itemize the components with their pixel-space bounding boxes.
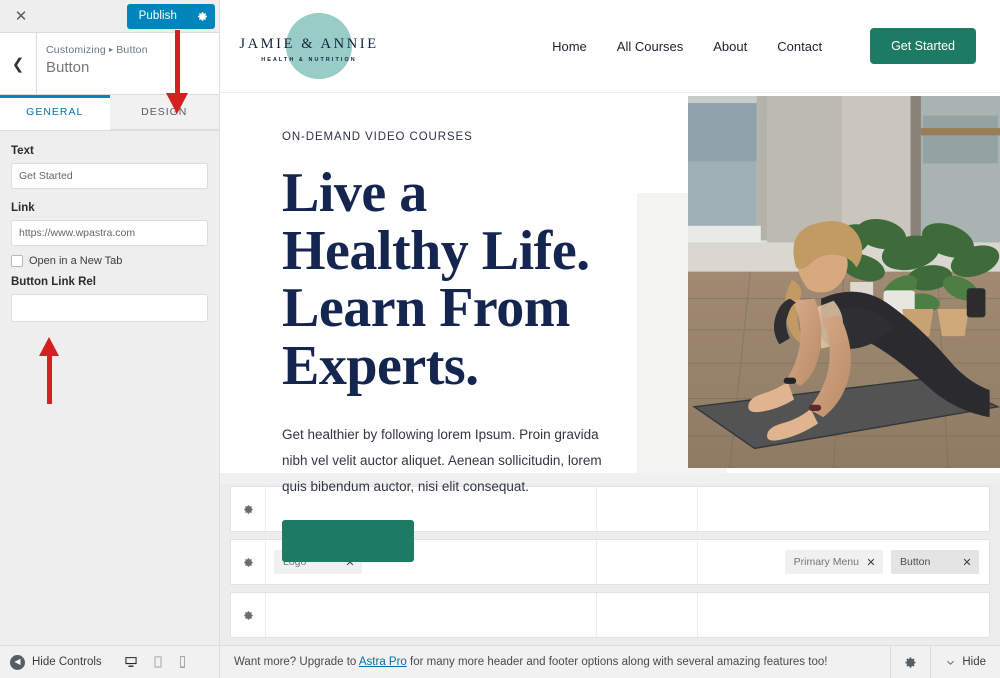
site-logo[interactable]: JAMIE & ANNIE HEALTH & NUTRITION xyxy=(234,10,384,82)
link-field-label: Link xyxy=(11,202,35,214)
link-input[interactable] xyxy=(11,220,208,246)
bottom-bar-left: ◀ Hide Controls xyxy=(0,646,220,678)
hero-heading-line-1: Live a xyxy=(282,162,427,224)
logo-name: JAMIE & ANNIE xyxy=(239,36,379,52)
header-get-started-button[interactable]: Get Started xyxy=(870,28,976,64)
open-new-tab-checkbox[interactable] xyxy=(11,255,23,267)
close-icon[interactable]: ✕ xyxy=(859,556,883,569)
nav-item-all-courses[interactable]: All Courses xyxy=(617,39,683,54)
gear-icon[interactable] xyxy=(231,540,265,584)
hero-heading-line-2: Healthy Life. xyxy=(282,219,590,282)
hero-cta-button[interactable] xyxy=(282,519,414,562)
builder-row-below-header xyxy=(230,592,990,638)
customizer-fields: Text Link Open in a New Tab Button Link … xyxy=(0,131,219,678)
hero-media xyxy=(637,93,1000,473)
tab-general[interactable]: GENERAL xyxy=(0,95,110,130)
astra-pro-link[interactable]: Astra Pro xyxy=(359,656,407,668)
breadcrumb-separator: ▸ xyxy=(108,45,114,54)
text-field-label: Text xyxy=(11,145,34,157)
page-title: Button xyxy=(46,59,90,76)
text-input[interactable] xyxy=(11,163,208,189)
nav-item-about[interactable]: About xyxy=(713,39,747,54)
hero-heading: Live a Healthy Life. Learn From Experts. xyxy=(282,162,660,398)
device-switcher xyxy=(124,655,187,669)
upgrade-note-suffix: for many more header and footer options … xyxy=(406,656,828,668)
hide-builder-button[interactable]: Hide xyxy=(930,645,1000,678)
arrow-shaft xyxy=(47,352,52,404)
breadcrumb-current: Button xyxy=(116,44,148,56)
open-new-tab-label: Open in a New Tab xyxy=(29,255,123,267)
hero-content: ON-DEMAND VIDEO COURSES Live a Healthy L… xyxy=(220,93,660,562)
builder-cell-right[interactable]: Primary Menu ✕ Button ✕ xyxy=(697,540,989,584)
builder-item-label: Button xyxy=(900,556,931,568)
builder-cell-center[interactable] xyxy=(596,540,697,584)
bottom-bar-right: Want more? Upgrade to Astra Pro for many… xyxy=(220,645,1000,678)
hide-builder-label: Hide xyxy=(962,656,986,668)
logo-text: JAMIE & ANNIE HEALTH & NUTRITION xyxy=(234,36,384,63)
hero-photo xyxy=(688,96,1000,468)
upgrade-note: Want more? Upgrade to Astra Pro for many… xyxy=(234,656,827,668)
breadcrumb: Customizing ▸ Button xyxy=(46,44,148,56)
arrow-head xyxy=(166,93,188,114)
nav-item-home[interactable]: Home xyxy=(552,39,587,54)
mobile-view-icon[interactable] xyxy=(178,655,187,669)
nav-item-contact[interactable]: Contact xyxy=(777,39,822,54)
yoga-photo-illustration xyxy=(688,96,1000,468)
button-link-rel-input[interactable] xyxy=(11,294,208,322)
close-icon[interactable]: ✕ xyxy=(10,5,32,27)
button-link-rel-label: Button Link Rel xyxy=(11,276,96,288)
hero-section: ON-DEMAND VIDEO COURSES Live a Healthy L… xyxy=(220,93,1000,562)
customizer-titles: Customizing ▸ Button Button xyxy=(37,33,148,94)
gear-icon[interactable] xyxy=(890,645,930,678)
gear-icon[interactable] xyxy=(231,593,265,637)
hero-heading-line-4: Experts. xyxy=(282,335,479,398)
builder-cell-center[interactable] xyxy=(596,593,697,637)
chevron-left-icon[interactable]: ❮ xyxy=(0,33,37,94)
gear-icon[interactable] xyxy=(189,3,215,29)
primary-menu: Home All Courses About Contact Get Start… xyxy=(552,28,976,64)
publish-button[interactable]: Publish xyxy=(126,3,189,29)
builder-item-label: Primary Menu xyxy=(793,556,859,568)
hide-controls-label: Hide Controls xyxy=(32,656,102,668)
red-arrow-pointing-to-design-tab xyxy=(166,30,190,114)
tablet-view-icon[interactable] xyxy=(152,655,164,669)
red-arrow-pointing-to-button-link-rel-field xyxy=(39,337,61,404)
builder-item-button[interactable]: Button ✕ xyxy=(891,550,979,574)
bottom-bar-actions: Hide xyxy=(890,645,1000,678)
upgrade-note-prefix: Want more? Upgrade to xyxy=(234,656,359,668)
site-header: JAMIE & ANNIE HEALTH & NUTRITION Home Al… xyxy=(220,0,1000,93)
header-builder: Logo ✕ Primary Menu ✕ Button ✕ xyxy=(220,484,1000,645)
tab-design[interactable]: DESIGN xyxy=(109,95,219,130)
bottom-bar: ◀ Hide Controls Want more? Upgrade to As… xyxy=(0,645,1000,678)
chevron-down-icon xyxy=(947,660,955,665)
builder-item-primary-menu[interactable]: Primary Menu ✕ xyxy=(784,550,883,574)
publish-button-group: Publish xyxy=(126,3,215,29)
logo-tagline: HEALTH & NUTRITION xyxy=(261,57,357,63)
desktop-view-icon[interactable] xyxy=(124,655,138,669)
breadcrumb-root: Customizing xyxy=(46,44,106,56)
hero-heading-line-3: Learn From xyxy=(282,277,570,340)
close-icon[interactable]: ✕ xyxy=(955,556,979,569)
builder-cell-right[interactable] xyxy=(697,593,989,637)
customizer-screen: ✕ Publish ❮ Customizing ▸ Button Button GE… xyxy=(0,0,1000,678)
hero-eyebrow: ON-DEMAND VIDEO COURSES xyxy=(282,131,473,143)
customizer-topbar: ✕ Publish xyxy=(0,0,219,33)
arrow-shaft xyxy=(175,30,180,97)
collapse-icon: ◀ xyxy=(10,654,25,670)
open-new-tab-row[interactable]: Open in a New Tab xyxy=(11,255,208,267)
builder-cell-left[interactable] xyxy=(265,593,596,637)
hero-paragraph: Get healthier by following lorem Ipsum. … xyxy=(282,426,602,495)
gear-icon[interactable] xyxy=(231,487,265,531)
builder-cell-right[interactable] xyxy=(697,487,989,531)
hide-controls-button[interactable]: ◀ Hide Controls xyxy=(10,654,102,670)
